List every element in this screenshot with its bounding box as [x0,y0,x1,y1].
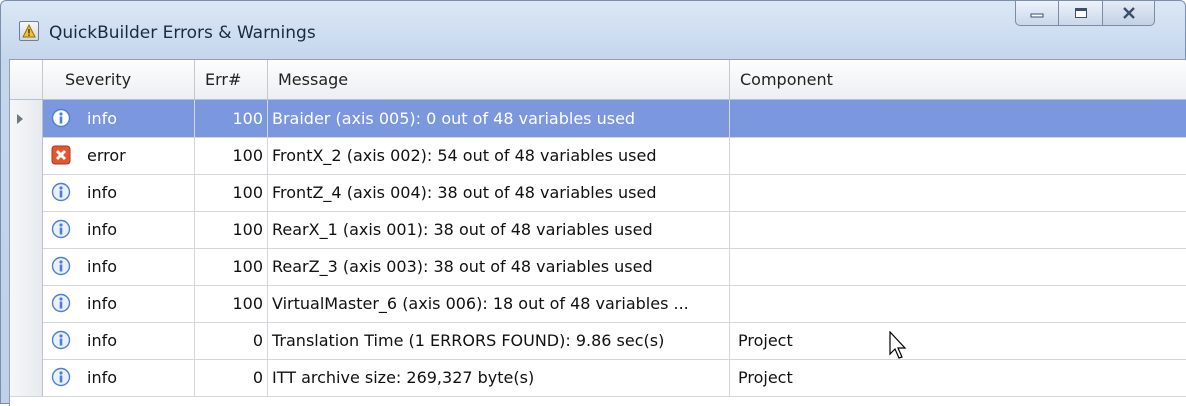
message-cell[interactable]: FrontX_2 (axis 002): 54 out of 48 variab… [268,137,730,174]
table-row[interactable]: info 100 RearX_1 (axis 001): 38 out of 48 … [10,211,1186,249]
row-header[interactable] [10,248,43,285]
message-cell[interactable]: Translation Time (1 ERRORS FOUND): 9.86 … [268,322,730,359]
component-cell[interactable] [730,285,1186,322]
severity-cell[interactable]: info [43,322,195,359]
table-row[interactable]: info 100 FrontZ_4 (axis 004): 38 out of 48… [10,174,1186,212]
column-header-severity[interactable]: Severity [43,60,195,99]
severity-label: info [87,109,118,128]
err-number-cell[interactable]: 100 [195,100,268,137]
component-cell[interactable]: Project [730,322,1186,359]
severity-label: error [87,146,126,165]
minimize-icon [1030,13,1044,18]
grid-header: Severity Err# Message Component [10,60,1186,100]
errors-warnings-window: QuickBuilder Errors & Warnings Severity … [0,0,1186,406]
info-icon [51,219,71,239]
message-cell[interactable]: RearZ_3 (axis 003): 38 out of 48 variabl… [268,248,730,285]
maximize-icon [1074,8,1087,18]
err-number-cell[interactable]: 100 [195,137,268,174]
component-cell[interactable] [730,248,1186,285]
info-icon [51,182,71,202]
row-header[interactable] [10,174,43,211]
row-header[interactable] [10,100,43,137]
severity-cell[interactable]: info [43,100,195,137]
severity-cell[interactable]: info [43,248,195,285]
component-cell[interactable]: Project [730,359,1186,396]
warning-icon [19,21,39,41]
row-header-corner [10,60,43,99]
err-number-cell[interactable]: 100 [195,248,268,285]
err-number-cell[interactable]: 100 [195,211,268,248]
column-header-message[interactable]: Message [268,60,730,99]
errors-grid[interactable]: Severity Err# Message Component info 100 B… [9,59,1186,406]
info-icon [51,367,71,387]
component-cell[interactable] [730,174,1186,211]
severity-label: info [87,257,118,276]
table-row[interactable]: error 100 FrontX_2 (axis 002): 54 out of 4… [10,137,1186,175]
err-number-cell[interactable]: 0 [195,359,268,396]
table-row[interactable]: info 0 Translation Time (1 ERRORS FOUND): … [10,322,1186,360]
minimize-button[interactable] [1015,1,1059,26]
severity-cell[interactable]: info [43,174,195,211]
severity-label: info [87,294,118,313]
severity-cell[interactable]: info [43,211,195,248]
mouse-cursor-icon [889,331,907,359]
err-number-cell[interactable]: 100 [195,174,268,211]
severity-label: info [87,368,118,387]
error-icon [51,145,71,165]
window-title: QuickBuilder Errors & Warnings [49,23,316,43]
severity-cell[interactable]: error [43,137,195,174]
message-cell[interactable]: VirtualMaster_6 (axis 006): 18 out of 48… [268,285,730,322]
severity-cell[interactable]: info [43,285,195,322]
severity-label: info [87,220,118,239]
message-cell[interactable]: FrontZ_4 (axis 004): 38 out of 48 variab… [268,174,730,211]
info-icon [51,330,71,350]
window-controls [1015,1,1155,27]
component-cell[interactable] [730,137,1186,174]
row-header[interactable] [10,322,43,359]
table-row[interactable]: info 0 ITT archive size: 269,327 byte(s) Pr… [10,359,1186,397]
close-button[interactable] [1103,1,1155,26]
info-icon [51,108,71,128]
current-row-arrow-icon [17,114,23,124]
err-number-cell[interactable]: 0 [195,322,268,359]
column-header-component[interactable]: Component [730,60,1186,99]
message-cell[interactable]: Braider (axis 005): 0 out of 48 variable… [268,100,730,137]
severity-label: info [87,183,118,202]
table-row[interactable]: info 100 RearZ_3 (axis 003): 38 out of 48 … [10,248,1186,286]
err-number-cell[interactable]: 100 [195,285,268,322]
table-row[interactable]: info 100 Braider (axis 005): 0 out of 48 v… [10,100,1186,138]
row-header[interactable] [10,359,43,396]
close-icon [1122,7,1135,19]
row-header[interactable] [10,137,43,174]
row-header[interactable] [10,211,43,248]
row-header[interactable] [10,285,43,322]
component-cell[interactable] [730,100,1186,137]
maximize-button[interactable] [1059,1,1103,26]
info-icon [51,256,71,276]
component-cell[interactable] [730,211,1186,248]
column-header-err-number[interactable]: Err# [195,60,268,99]
info-icon [51,293,71,313]
table-row[interactable]: info 100 VirtualMaster_6 (axis 006): 18 ou… [10,285,1186,323]
message-cell[interactable]: RearX_1 (axis 001): 38 out of 48 variabl… [268,211,730,248]
title-bar[interactable]: QuickBuilder Errors & Warnings [1,1,1185,59]
severity-cell[interactable]: info [43,359,195,396]
message-cell[interactable]: ITT archive size: 269,327 byte(s) [268,359,730,396]
severity-label: info [87,331,118,350]
